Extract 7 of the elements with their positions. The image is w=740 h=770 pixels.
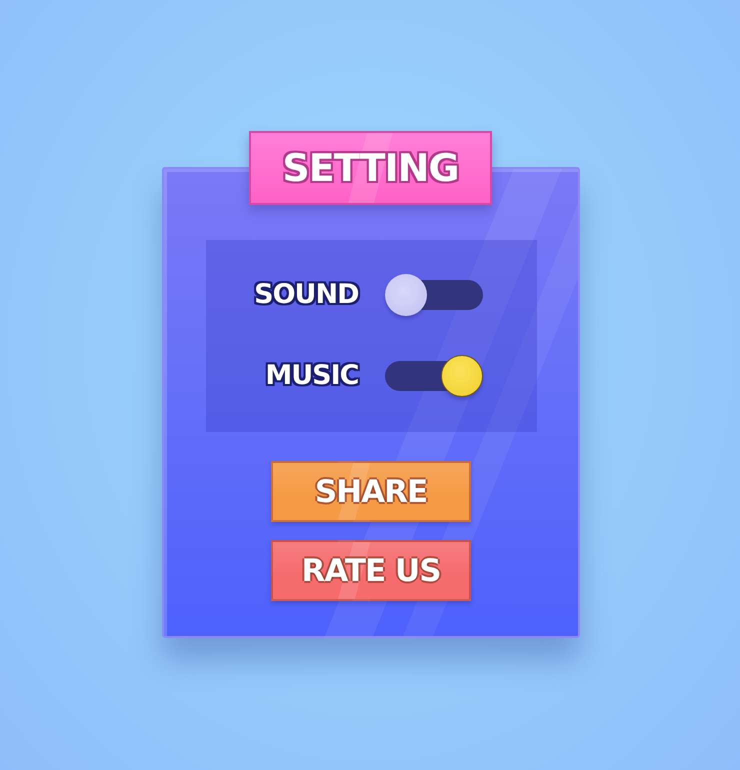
toggle-switch[interactable] [384,274,482,316]
option-label: SOUND [254,279,358,311]
menu-button[interactable]: SHARE [271,461,471,522]
toggle-switch[interactable] [384,355,482,397]
option-label: MUSIC [265,360,358,392]
title-banner: SETTING [249,131,492,205]
menu-button[interactable]: RATE US [271,540,471,601]
